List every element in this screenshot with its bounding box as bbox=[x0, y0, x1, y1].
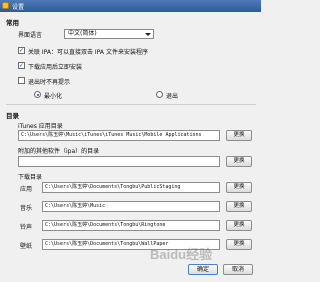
download-ringtone-field[interactable]: C:\Users\陈玉婷\Documents\Tongbu\Ringtone bbox=[42, 220, 220, 231]
install-after-download-label: 下载应用后立即安装 bbox=[28, 64, 83, 71]
section-directories-heading: 目录 bbox=[6, 112, 19, 120]
chevron-down-icon bbox=[145, 33, 151, 36]
ok-button[interactable]: 确定 bbox=[188, 264, 218, 275]
section-general-heading: 常用 bbox=[6, 19, 19, 27]
app-icon bbox=[2, 2, 9, 9]
language-select[interactable]: 中文(简体) bbox=[64, 29, 154, 39]
change-attached-dir-button[interactable]: 更换 bbox=[226, 156, 252, 167]
change-itunes-dir-button[interactable]: 更换 bbox=[226, 130, 252, 141]
download-music-field[interactable]: C:\Users\陈玉婷\Music bbox=[42, 201, 220, 212]
language-label: 界面语言 bbox=[18, 32, 43, 39]
itunes-dir-label: iTunes 应用目录 bbox=[18, 123, 63, 130]
change-music-dir-button[interactable]: 更换 bbox=[226, 201, 252, 212]
download-app-field[interactable]: C:\Users\陈玉婷\Documents\Tongbu\PublicStag… bbox=[42, 182, 220, 193]
no-exit-prompt-checkbox[interactable] bbox=[18, 77, 25, 84]
download-dir-label: 下载目录 bbox=[18, 174, 43, 181]
attached-dir-label: 附加的其他软件（ipa）的目录 bbox=[18, 148, 100, 155]
change-ringtone-dir-button[interactable]: 更换 bbox=[226, 220, 252, 231]
watermark: Baidu经验 bbox=[150, 247, 213, 262]
change-app-dir-button[interactable]: 更换 bbox=[226, 182, 252, 193]
minimize-radio[interactable] bbox=[34, 91, 41, 98]
download-music-label: 音乐 bbox=[20, 205, 33, 212]
minimize-radio-label: 最小化 bbox=[44, 93, 63, 100]
cancel-button[interactable]: 取消 bbox=[223, 264, 253, 275]
itunes-dir-field[interactable]: C:\Users\陈玉婷\Music\iTunes\iTunes Music\M… bbox=[18, 130, 220, 141]
title-bar: 设置 bbox=[0, 0, 261, 12]
associate-ipa-label: 关联 IPA：可以直接双击 IPA 文件来安装程序 bbox=[28, 49, 148, 56]
exit-radio[interactable] bbox=[156, 91, 163, 98]
install-after-download-checkbox[interactable]: ✓ bbox=[18, 62, 25, 69]
change-wallpaper-dir-button[interactable]: 更换 bbox=[226, 239, 252, 250]
download-app-label: 应用 bbox=[20, 186, 33, 193]
section-divider bbox=[6, 104, 256, 105]
exit-radio-label: 退出 bbox=[166, 93, 179, 100]
associate-ipa-checkbox[interactable]: ✓ bbox=[18, 47, 25, 54]
download-wallpaper-label: 壁纸 bbox=[20, 243, 33, 250]
no-exit-prompt-label: 退出时不再提示 bbox=[28, 79, 71, 86]
window-title: 设置 bbox=[12, 4, 25, 11]
attached-dir-field[interactable] bbox=[18, 156, 220, 167]
download-ringtone-label: 铃声 bbox=[20, 224, 33, 231]
language-select-value: 中文(简体) bbox=[68, 30, 97, 37]
